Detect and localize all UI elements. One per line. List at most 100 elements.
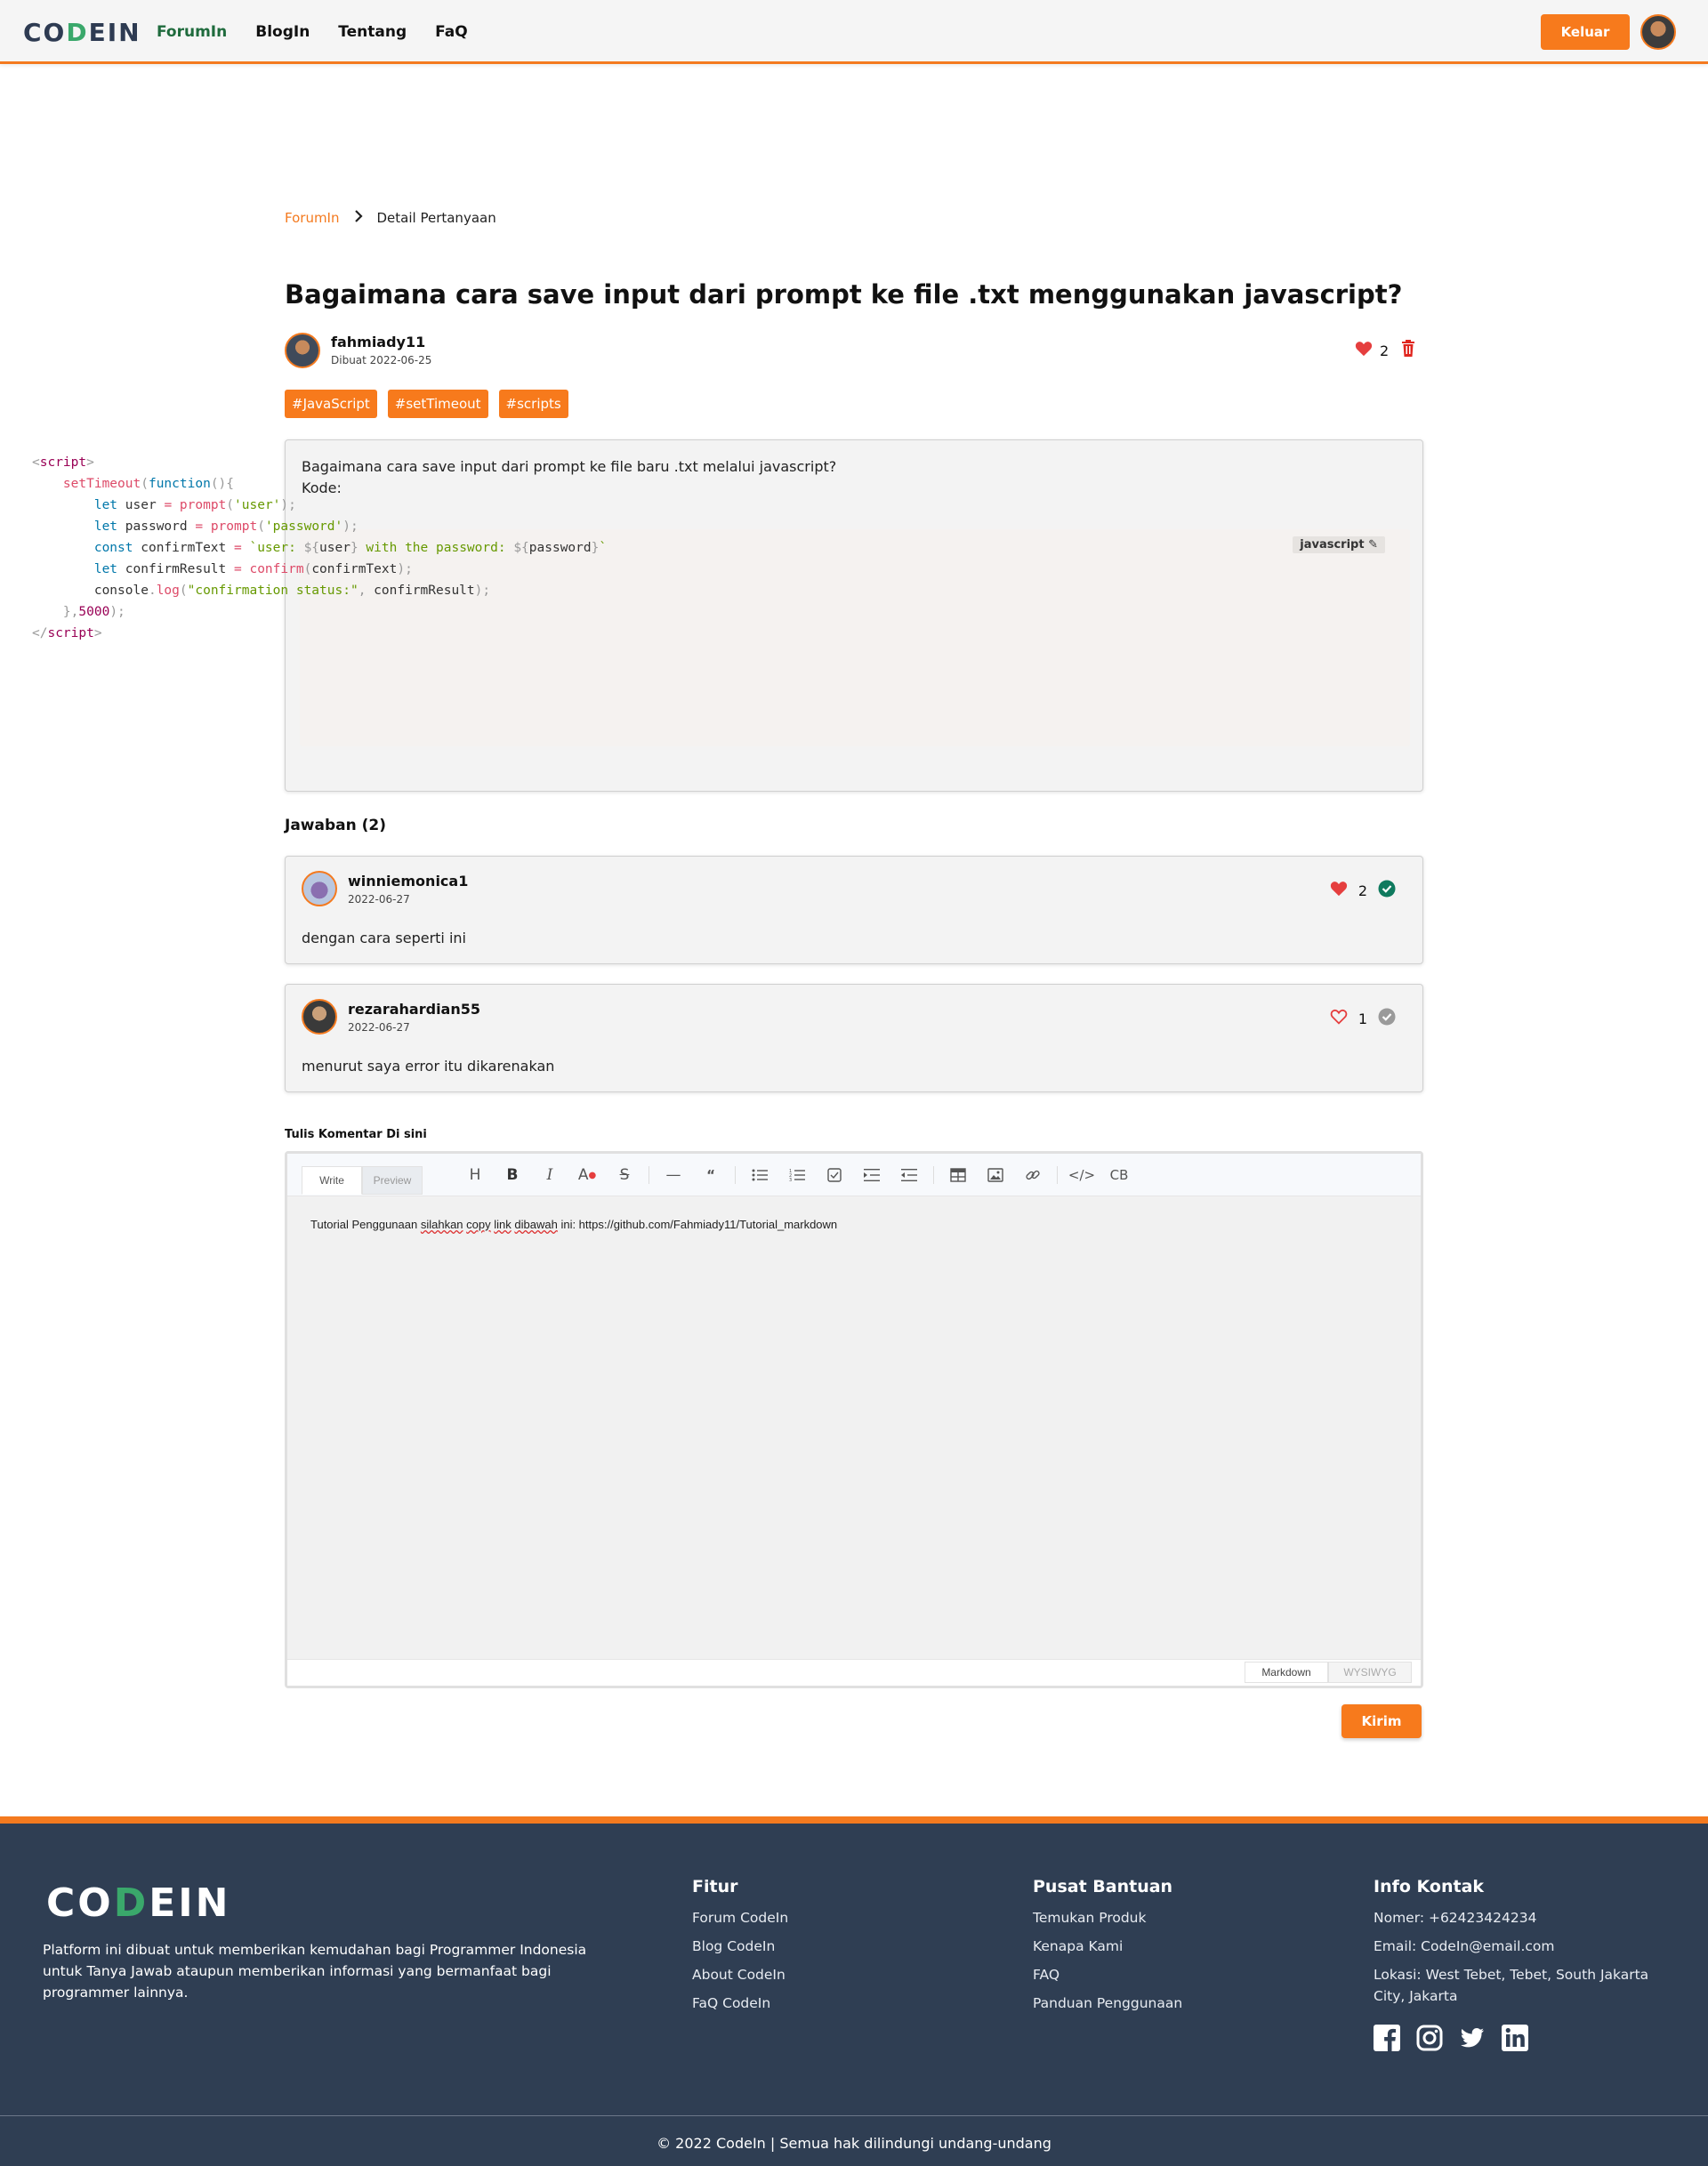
breadcrumb-forumin-link[interactable]: ForumIn — [285, 210, 340, 226]
instagram-icon[interactable] — [1416, 2025, 1443, 2051]
text-part: copy — [466, 1218, 491, 1231]
send-comment-button[interactable]: Kirim — [1341, 1704, 1422, 1738]
toolbar-divider — [735, 1166, 736, 1184]
linkedin-icon[interactable] — [1502, 2025, 1528, 2051]
answer-author-name[interactable]: rezarahardian55 — [348, 1001, 480, 1018]
italic-icon[interactable]: I — [531, 1164, 568, 1186]
code-line: let user = prompt('user'); — [93, 498, 296, 512]
copyright-text: © 2022 CodeIn | Semua hak dilindungi und… — [657, 2135, 1051, 2152]
link-icon[interactable] — [1014, 1164, 1051, 1186]
navbar: CODEIN ForumIn BlogIn Tentang FaQ Keluar — [0, 0, 1708, 64]
bold-icon[interactable]: B — [494, 1164, 531, 1186]
pencil-icon: ✎ — [1368, 538, 1378, 552]
logo-suffix: EIN — [149, 1880, 231, 1926]
user-avatar[interactable] — [1640, 14, 1676, 50]
code-line: <script> — [32, 455, 94, 470]
footer-link-faq-bantuan[interactable]: FAQ — [1033, 1964, 1182, 1985]
horizontal-rule-icon[interactable]: — — [655, 1164, 692, 1186]
code-icon[interactable]: </> — [1063, 1164, 1100, 1186]
answer-card: winniemonica1 2022-06-27 2 dengan cara s… — [285, 856, 1423, 964]
contact-email: Email: CodeIn@email.com — [1374, 1938, 1555, 1954]
heading-icon[interactable]: H — [456, 1164, 494, 1186]
comment-text: Tutorial Penggunaan silahkan copy link d… — [310, 1218, 837, 1231]
answer-like-count: 2 — [1358, 882, 1367, 899]
editor-toolbar: Write Preview H B I A ● S — “ 123 </> CB — [287, 1154, 1421, 1196]
heart-outline-icon[interactable] — [1330, 1009, 1348, 1029]
footer: CODEIN Platform ini dibuat untuk memberi… — [0, 1816, 1708, 2166]
text-part: ini: https://github.com/Fahmiady11/Tutor… — [557, 1218, 838, 1231]
trash-icon[interactable] — [1401, 340, 1415, 361]
toolbar-divider — [1057, 1166, 1058, 1184]
toolbar-divider — [933, 1166, 934, 1184]
tag-scripts[interactable]: #scripts — [498, 390, 568, 418]
heart-icon[interactable] — [1355, 341, 1373, 361]
check-icon[interactable] — [1378, 1008, 1396, 1030]
answer-author-name[interactable]: winniemonica1 — [348, 873, 468, 890]
chevron-right-icon — [354, 210, 363, 226]
codein-logo[interactable]: CODEIN — [23, 18, 141, 47]
code-line: let password = prompt('password'); — [93, 519, 359, 534]
bullet-list-icon[interactable] — [741, 1164, 778, 1186]
mode-markdown-button[interactable]: Markdown — [1245, 1662, 1328, 1683]
footer-divider — [0, 2115, 1708, 2116]
contact-phone: Nomer: +62423424234 — [1374, 1910, 1537, 1926]
strikethrough-icon[interactable]: S — [606, 1164, 643, 1186]
footer-link-temukan-produk[interactable]: Temukan Produk — [1033, 1907, 1182, 1928]
code-language-badge[interactable]: javascript ✎ — [1293, 536, 1385, 553]
tab-preview[interactable]: Preview — [362, 1166, 423, 1195]
logo-accent: D — [113, 1880, 149, 1926]
task-list-icon[interactable] — [816, 1164, 853, 1186]
code-line: },5000); — [62, 605, 125, 619]
question-author-name[interactable]: fahmiady11 — [331, 334, 425, 350]
accepted-check-icon[interactable] — [1378, 880, 1396, 902]
heart-icon[interactable] — [1330, 881, 1348, 901]
tab-write[interactable]: Write — [302, 1166, 362, 1195]
numbered-list-icon[interactable]: 123 — [778, 1164, 816, 1186]
nav-link-tentang[interactable]: Tentang — [338, 23, 407, 41]
logo-accent: D — [66, 18, 89, 47]
breadcrumb-current: Detail Pertanyaan — [376, 210, 496, 226]
twitter-icon[interactable] — [1459, 2025, 1486, 2051]
logo-suffix: EIN — [88, 18, 141, 47]
footer-link-forum[interactable]: Forum CodeIn — [692, 1907, 788, 1928]
answer-author-avatar[interactable] — [302, 871, 337, 906]
image-icon[interactable] — [977, 1164, 1014, 1186]
footer-link-about[interactable]: About CodeIn — [692, 1964, 788, 1985]
outdent-icon[interactable] — [890, 1164, 928, 1186]
answer-author-avatar[interactable] — [302, 999, 337, 1035]
logo-prefix: CO — [46, 1880, 114, 1926]
table-icon[interactable] — [939, 1164, 977, 1186]
nav-link-faq[interactable]: FaQ — [435, 23, 468, 41]
footer-col-fitur: Fitur Forum CodeIn Blog CodeIn About Cod… — [692, 1877, 788, 2021]
tag-settimeout[interactable]: #setTimeout — [387, 390, 488, 418]
footer-col-kontak: Info Kontak Nomer: +62423424234 Email: C… — [1374, 1877, 1676, 2014]
footer-link-faq[interactable]: FaQ CodeIn — [692, 1993, 788, 2014]
nav-link-blogin[interactable]: BlogIn — [255, 23, 310, 41]
question-actions: 2 — [1355, 340, 1415, 361]
tag-javascript[interactable]: #JavaScript — [285, 390, 377, 418]
footer-link-kenapa-kami[interactable]: Kenapa Kami — [1033, 1936, 1182, 1957]
logo-prefix: CO — [23, 18, 67, 47]
footer-link-panduan[interactable]: Panduan Penggunaan — [1033, 1993, 1182, 2014]
quote-icon[interactable]: “ — [692, 1164, 729, 1186]
question-date: Dibuat 2022-06-25 — [331, 354, 432, 366]
answer-card: rezarahardian55 2022-06-27 1 menurut say… — [285, 984, 1423, 1092]
mode-wysiwyg-button[interactable]: WYSIWYG — [1328, 1662, 1412, 1683]
code-language-label: javascript — [1300, 538, 1365, 552]
footer-logo[interactable]: CODEIN — [46, 1880, 231, 1926]
question-author-avatar[interactable] — [285, 333, 320, 368]
code-block-icon[interactable]: CB — [1100, 1164, 1138, 1186]
facebook-icon[interactable] — [1374, 2025, 1400, 2051]
logout-button[interactable]: Keluar — [1541, 14, 1630, 50]
nav-link-forumin[interactable]: ForumIn — [157, 23, 227, 41]
answer-date: 2022-06-27 — [348, 1021, 410, 1034]
question-tags: #JavaScript #setTimeout #scripts — [285, 390, 568, 418]
code-line: console.log("confirmation status:", conf… — [32, 584, 491, 598]
text-color-icon[interactable]: A ● — [568, 1164, 606, 1186]
indent-icon[interactable] — [853, 1164, 890, 1186]
main-nav: ForumIn BlogIn Tentang FaQ — [157, 23, 468, 41]
comment-textarea[interactable]: Tutorial Penggunaan silahkan copy link d… — [287, 1196, 1421, 1659]
text-part: link — [494, 1218, 512, 1231]
footer-link-blog[interactable]: Blog CodeIn — [692, 1936, 788, 1957]
answer-text: menurut saya error itu dikarenakan — [302, 1058, 555, 1075]
